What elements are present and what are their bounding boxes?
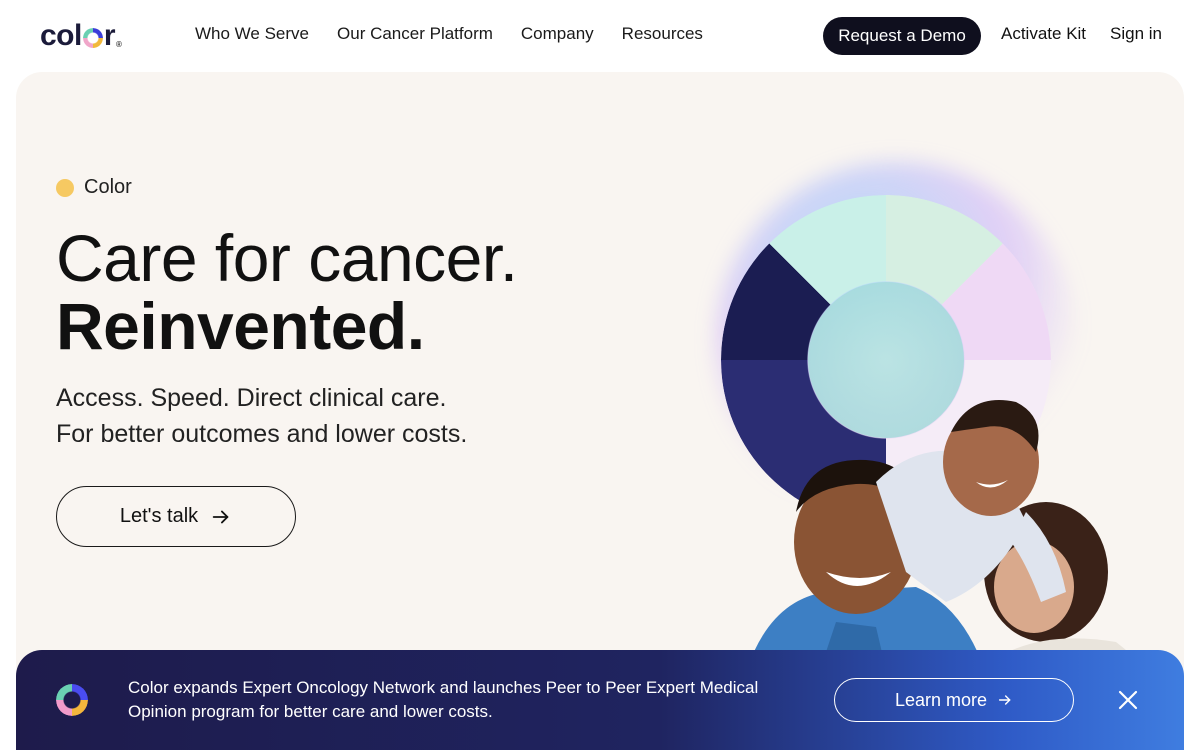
lets-talk-label: Let's talk	[119, 505, 199, 527]
lets-talk-button[interactable]: Let's talk	[56, 486, 296, 547]
menu-item-who-we-serve[interactable]: Who We Serve	[195, 24, 309, 44]
color-ring-icon	[82, 28, 103, 48]
announcement-text-line-1: Color expands Expert Oncology Network an…	[128, 678, 759, 697]
hero-section: Color Care for cancer. Reinvented. Acces…	[16, 72, 1184, 712]
announcement-text-line-2: Opinion program for better care and lowe…	[128, 702, 493, 721]
hero-headline-bold: Reinvented.	[56, 289, 425, 363]
close-icon[interactable]	[1116, 688, 1140, 712]
learn-more-button[interactable]: Learn more	[834, 678, 1074, 722]
hero-eyebrow: Color	[56, 176, 132, 199]
color-ring-icon	[56, 684, 88, 716]
arrow-right-icon	[998, 695, 1011, 705]
logo-text: col	[40, 19, 82, 52]
announcement-banner: Color expands Expert Oncology Network an…	[16, 650, 1184, 750]
color-logo[interactable]: col r ®	[40, 18, 122, 54]
menu-item-cancer-platform[interactable]: Our Cancer Platform	[337, 24, 493, 44]
sign-in-link[interactable]: Sign in	[1110, 24, 1162, 44]
yellow-dot-icon	[56, 178, 74, 197]
hero-subline-2: For better outcomes and lower costs.	[56, 420, 468, 448]
main-menu: Who We Serve Our Cancer Platform Company…	[195, 24, 703, 44]
request-demo-button[interactable]: Request a Demo	[823, 17, 981, 55]
menu-item-company[interactable]: Company	[521, 24, 594, 44]
hero-subline-1: Access. Speed. Direct clinical care.	[56, 384, 447, 412]
activate-kit-link[interactable]: Activate Kit	[1001, 24, 1086, 44]
top-navigation: col r ® Who We Serve Our Cancer Platform C…	[0, 0, 1200, 72]
logo-text-end: r	[103, 19, 116, 52]
hero-illustration	[656, 152, 1184, 712]
menu-item-resources[interactable]: Resources	[622, 24, 703, 44]
registered-mark: ®	[116, 39, 122, 49]
learn-more-label: Learn more	[894, 689, 988, 710]
hero-headline: Care for cancer.	[56, 221, 518, 295]
eyebrow-label: Color	[84, 176, 132, 198]
arrow-right-icon	[212, 510, 229, 523]
